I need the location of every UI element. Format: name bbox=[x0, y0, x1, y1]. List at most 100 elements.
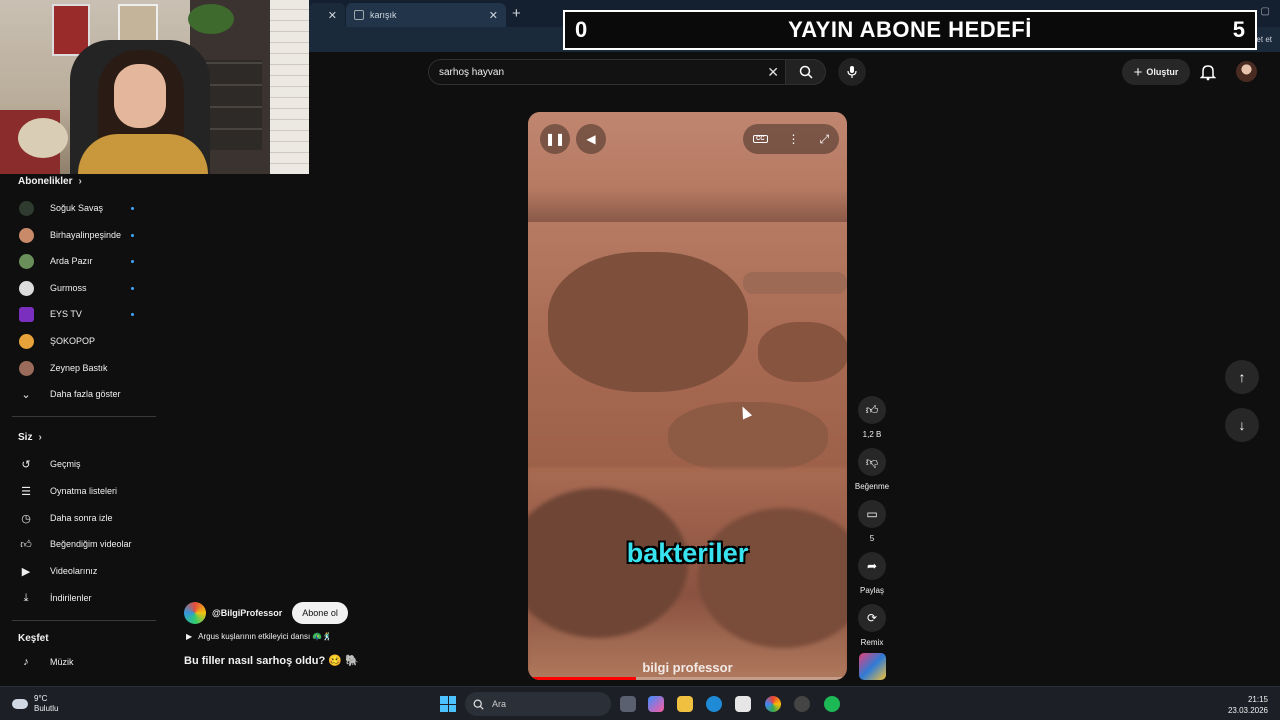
video-frame-blurred bbox=[528, 468, 847, 680]
new-tab-button[interactable]: + bbox=[512, 5, 521, 22]
sidebar: Abonelikler › Soğuk Savaş Birhayalinpeşin… bbox=[0, 174, 160, 686]
channel-avatar bbox=[19, 333, 34, 349]
music-link[interactable]: ▶ Argus kuşlarının etkileyici dansı 🦚🕺 bbox=[186, 632, 332, 641]
notifications-bell-icon[interactable] bbox=[1198, 62, 1218, 82]
copilot-icon[interactable] bbox=[648, 696, 664, 712]
sidebar-item-subscription[interactable]: Arda Pazır bbox=[0, 248, 156, 274]
search-button[interactable] bbox=[786, 59, 826, 85]
sidebar-item-watch-later[interactable]: ◷ Daha sonra izle bbox=[0, 505, 156, 531]
channel-handle[interactable]: @BilgiProfessor bbox=[212, 608, 282, 618]
sidebar-item-label: Daha fazla göster bbox=[50, 389, 121, 399]
avatar[interactable] bbox=[1236, 61, 1257, 82]
video-frame-elephants bbox=[528, 222, 847, 472]
taskbar-search-placeholder: Ara bbox=[492, 699, 507, 709]
fullscreen-icon[interactable]: ⤢ bbox=[819, 132, 829, 147]
sidebar-item-label: EYS TV bbox=[50, 309, 82, 319]
sidebar-item-subscription[interactable]: Zeynep Bastık bbox=[0, 355, 156, 381]
weather-condition: Bulutlu bbox=[34, 704, 59, 713]
maximize-icon[interactable]: ▢ bbox=[1261, 6, 1270, 17]
clock-time: 21:15 bbox=[1247, 695, 1268, 704]
sidebar-item-subscription[interactable]: Gurmoss bbox=[0, 275, 156, 301]
divider bbox=[12, 620, 156, 621]
like-count: 1,2 B bbox=[862, 430, 882, 439]
close-icon[interactable]: ✕ bbox=[328, 9, 337, 22]
new-content-dot bbox=[131, 259, 134, 263]
system-clock[interactable]: 21:15 23.03.2026 bbox=[1228, 694, 1268, 716]
chrome-icon[interactable] bbox=[765, 696, 781, 712]
streamer bbox=[78, 50, 208, 174]
taskbar: 9°C Bulutlu Ara 21:15 23.03.2026 bbox=[0, 686, 1280, 720]
sound-thumbnail[interactable] bbox=[859, 653, 886, 680]
like-button[interactable]: 👍︎ 1,2 B bbox=[853, 396, 891, 439]
voice-search-button[interactable] bbox=[838, 58, 866, 86]
sidebar-item-your-videos[interactable]: ▶ Videolarınız bbox=[0, 558, 156, 584]
elephant bbox=[758, 322, 847, 382]
your-videos-icon: ▶ bbox=[21, 565, 31, 578]
sidebar-item-history[interactable]: ↺ Geçmiş bbox=[0, 451, 156, 477]
sidebar-item-label: Beğendiğim videolar bbox=[50, 539, 132, 549]
sidebar-item-subscription[interactable]: Soğuk Savaş bbox=[0, 195, 156, 221]
watch-later-icon: ◷ bbox=[21, 512, 31, 525]
sidebar-item-subscription[interactable]: Birhayalinpeşinde bbox=[0, 222, 156, 248]
taskbar-search[interactable]: Ara bbox=[465, 692, 611, 716]
captions-icon[interactable]: CC bbox=[752, 135, 768, 143]
channel-info: @BilgiProfessor Abone ol bbox=[184, 602, 348, 624]
shorts-video-player[interactable]: ❚❚ ◀ CC ⋮ ⤢ bakteriler bilgi professor bbox=[528, 112, 847, 680]
comments-button[interactable]: ▭ 5 bbox=[853, 500, 891, 543]
file-explorer-icon[interactable] bbox=[677, 696, 693, 712]
sidebar-item-label: Zeynep Bastık bbox=[50, 363, 108, 373]
clear-search-icon[interactable]: ✕ bbox=[767, 64, 779, 81]
next-short-button[interactable]: ↓ bbox=[1225, 408, 1259, 442]
sidebar-item-subscription[interactable]: EYS TV bbox=[0, 301, 156, 327]
history-icon: ↺ bbox=[21, 458, 31, 471]
store-icon[interactable] bbox=[735, 696, 751, 712]
sidebar-item-label: Videolarınız bbox=[50, 566, 98, 576]
close-icon[interactable]: ✕ bbox=[489, 9, 498, 22]
new-content-dot bbox=[131, 206, 134, 210]
weather-widget[interactable]: 9°C Bulutlu bbox=[12, 694, 58, 714]
channel-avatar[interactable] bbox=[184, 602, 206, 624]
sidebar-item-subscription[interactable]: ŞOKOPOP bbox=[0, 328, 156, 354]
show-more-button[interactable]: ⌄ Daha fazla göster bbox=[0, 381, 156, 407]
share-icon: ➦ bbox=[858, 552, 886, 580]
subscriptions-header[interactable]: Abonelikler › bbox=[18, 176, 82, 187]
obs-icon[interactable] bbox=[794, 696, 810, 712]
channel-avatar bbox=[19, 227, 34, 243]
chevron-down-icon: ⌄ bbox=[21, 388, 31, 401]
webcam-overlay bbox=[0, 0, 309, 174]
create-button[interactable]: + Oluştur bbox=[1122, 59, 1190, 85]
tab-youtube[interactable]: ✕ bbox=[309, 3, 345, 27]
music-icon: ♪ bbox=[23, 656, 29, 668]
subscribe-button[interactable]: Abone ol bbox=[292, 602, 348, 624]
sidebar-item-label: Soğuk Savaş bbox=[50, 203, 104, 213]
pause-icon: ❚❚ bbox=[544, 132, 566, 146]
dislike-button[interactable]: 👎︎ Beğenme bbox=[853, 448, 891, 491]
more-options-icon[interactable]: ⋮ bbox=[788, 132, 800, 146]
search-input[interactable]: sarhoş hayvan ✕ bbox=[428, 59, 786, 85]
share-button[interactable]: ➦ Paylaş bbox=[853, 552, 891, 595]
sidebar-item-playlists[interactable]: ☰ Oynatma listeleri bbox=[0, 478, 156, 504]
sidebar-item-label: Geçmiş bbox=[50, 459, 81, 469]
download-icon: ⤓ bbox=[23, 591, 29, 604]
sidebar-item-downloads[interactable]: ⤓ İndirilenler bbox=[0, 585, 156, 611]
progress-bar[interactable] bbox=[528, 677, 847, 680]
task-view-icon[interactable] bbox=[620, 696, 636, 712]
tab-karisik[interactable]: karışık ✕ bbox=[346, 3, 506, 27]
edge-icon[interactable] bbox=[706, 696, 722, 712]
goal-current: 0 bbox=[575, 17, 588, 42]
spotify-icon[interactable] bbox=[824, 696, 840, 712]
you-header[interactable]: Siz › bbox=[18, 432, 42, 443]
windows-start-icon[interactable] bbox=[440, 696, 456, 712]
sidebar-item-music[interactable]: ♪ Müzik bbox=[0, 649, 156, 675]
comment-count: 5 bbox=[869, 534, 875, 543]
pause-button[interactable]: ❚❚ bbox=[540, 124, 570, 154]
cloud-icon bbox=[12, 699, 28, 709]
sidebar-item-liked-videos[interactable]: 👍︎ Beğendiğim videolar bbox=[0, 531, 156, 557]
volume-button[interactable]: ◀ bbox=[576, 124, 606, 154]
plus-icon: + bbox=[1133, 63, 1143, 81]
channel-avatar bbox=[19, 280, 34, 296]
remix-button[interactable]: ⟳ Remix bbox=[853, 604, 891, 647]
chevron-right-icon: › bbox=[78, 176, 82, 187]
previous-short-button[interactable]: ↑ bbox=[1225, 360, 1259, 394]
video-title[interactable]: Bu filler nasıl sarhoş oldu? 🥴 🐘 bbox=[184, 654, 359, 667]
